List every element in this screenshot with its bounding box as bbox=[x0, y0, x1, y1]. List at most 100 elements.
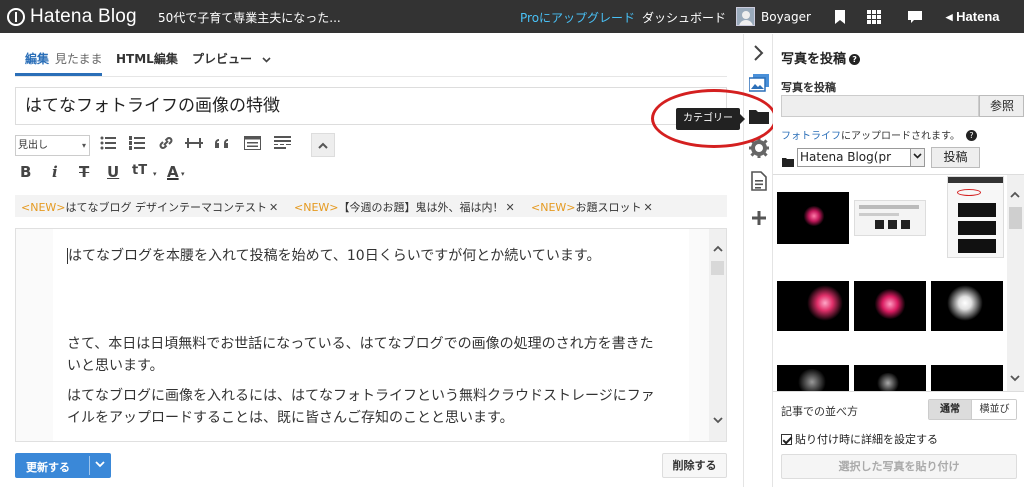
scrollbar-thumb[interactable] bbox=[711, 261, 724, 275]
paragraph-text: はてなブログを本腰を入れて投稿を始めて、10日くらいですが何とか続いています。 bbox=[68, 248, 601, 264]
photo-thumbnail[interactable] bbox=[777, 365, 849, 391]
editor-content-area[interactable]: はてなブログを本腰を入れて投稿を始めて、10日くらいですが何とか続いています。 … bbox=[53, 229, 689, 441]
underline-button[interactable]: U bbox=[107, 163, 119, 181]
notice-item[interactable]: <NEW>はてなブログ デザインテーマコンテスト ✕ bbox=[21, 199, 278, 215]
document-icon[interactable] bbox=[749, 171, 769, 191]
notice-item[interactable]: <NEW>お題スロット ✕ bbox=[531, 199, 653, 215]
notice-item[interactable]: <NEW>【今週のお題】鬼は外、福は内！ ✕ bbox=[294, 199, 515, 215]
paste-selected-photos-button[interactable]: 選択した写真を貼り付け bbox=[781, 454, 1017, 479]
heading-select-value: 見出し bbox=[18, 140, 48, 151]
tab-html-edit[interactable]: HTML編集 bbox=[116, 46, 178, 76]
detail-setting-row[interactable]: 貼り付け時に詳細を設定する bbox=[781, 431, 938, 447]
sort-label: 記事での並べ方 bbox=[781, 405, 858, 418]
chevron-right-icon[interactable] bbox=[749, 43, 769, 63]
hatena-logo-icon: ◂ bbox=[946, 9, 957, 24]
help-icon[interactable]: ? bbox=[849, 54, 861, 65]
pro-upgrade-link[interactable]: Proにアップグレード bbox=[520, 9, 635, 26]
photo-thumbnail[interactable] bbox=[947, 176, 1004, 258]
bulleted-list-icon[interactable] bbox=[99, 134, 117, 152]
update-button-label: 更新する bbox=[26, 461, 70, 474]
photo-thumbnail[interactable] bbox=[854, 365, 926, 391]
grid-icon[interactable] bbox=[866, 9, 882, 25]
panel-title-text: 写真を投稿 bbox=[781, 52, 847, 67]
browse-button[interactable]: 参照 bbox=[979, 95, 1024, 117]
panel-title: 写真を投稿? bbox=[781, 48, 861, 67]
horizontal-rule-icon[interactable] bbox=[185, 134, 203, 152]
photo-thumbnail[interactable] bbox=[777, 192, 849, 244]
heading-select[interactable]: 見出し ▾ bbox=[15, 135, 90, 156]
tab-wysiwyg[interactable]: 編集 見たまま bbox=[15, 46, 102, 76]
brand[interactable]: Hatena Blog bbox=[7, 6, 137, 27]
italic-button[interactable]: i bbox=[52, 163, 58, 181]
scroll-down-icon[interactable] bbox=[712, 416, 723, 427]
bold-button[interactable]: B bbox=[20, 163, 31, 181]
photo-scrollbar[interactable] bbox=[1007, 175, 1024, 391]
scroll-up-icon[interactable] bbox=[1010, 190, 1020, 201]
update-button[interactable]: 更新する bbox=[15, 453, 111, 478]
scrollbar-thumb[interactable] bbox=[1009, 207, 1022, 229]
top-bar: Hatena Blog 50代で子育て専業主夫になった... Proにアップグレ… bbox=[0, 0, 1024, 33]
plus-icon[interactable] bbox=[749, 208, 769, 228]
article-body-editor[interactable]: はてなブログを本腰を入れて投稿を始めて、10日くらいですが何とか続いています。 … bbox=[15, 228, 727, 442]
fotolife-link[interactable]: フォトライフ bbox=[781, 131, 841, 142]
chat-icon[interactable] bbox=[907, 9, 923, 25]
notice-text: 【今週のお題】鬼は外、福は内！ bbox=[338, 201, 504, 214]
close-icon[interactable]: ✕ bbox=[269, 201, 278, 214]
username: Boyager bbox=[761, 9, 811, 24]
photo-thumbnail[interactable] bbox=[931, 281, 1003, 331]
scroll-down-icon[interactable] bbox=[1010, 374, 1020, 385]
post-photo-button[interactable]: 投稿 bbox=[931, 147, 980, 168]
close-icon[interactable]: ✕ bbox=[644, 201, 653, 214]
folder-select[interactable]: Hatena Blog(pr bbox=[797, 148, 925, 167]
user-menu[interactable]: Boyager bbox=[736, 7, 811, 26]
brand-name: Hatena Blog bbox=[30, 6, 137, 27]
new-badge: <NEW> bbox=[21, 201, 66, 214]
editor-toolbar-row2: B i T U tT ▾ A ▾ bbox=[15, 161, 215, 185]
photo-thumbnail[interactable] bbox=[777, 281, 849, 331]
notice-text: お題スロット bbox=[575, 201, 642, 214]
select-arrow-icon: ▾ bbox=[81, 141, 86, 150]
folder-select-value: Hatena Blog(pr bbox=[800, 150, 891, 164]
strikethrough-button[interactable]: T bbox=[79, 163, 89, 181]
notice-bar: <NEW>はてなブログ デザインテーマコンテスト ✕ <NEW>【今週のお題】鬼は… bbox=[15, 195, 727, 217]
bookmark-icon[interactable] bbox=[832, 9, 848, 25]
blog-title-link[interactable]: 50代で子育て専業主夫になった... bbox=[158, 9, 341, 26]
sort-side-by-side-button[interactable]: 横並び bbox=[972, 400, 1016, 419]
numbered-list-icon[interactable] bbox=[128, 134, 146, 152]
close-icon[interactable]: ✕ bbox=[506, 201, 515, 214]
photo-thumbnail[interactable] bbox=[854, 281, 926, 331]
fotolife-note-text: にアップロードされます。 bbox=[841, 131, 960, 142]
avatar bbox=[736, 7, 755, 26]
new-badge: <NEW> bbox=[294, 201, 339, 214]
collapse-toolbar-button[interactable] bbox=[311, 133, 335, 157]
detail-checkbox[interactable] bbox=[781, 433, 792, 445]
delete-button[interactable]: 削除する bbox=[662, 453, 727, 478]
tab-preview[interactable]: プレビュー bbox=[192, 46, 271, 76]
quote-icon[interactable] bbox=[214, 134, 232, 152]
link-icon[interactable] bbox=[157, 134, 175, 152]
help-icon[interactable]: ? bbox=[966, 130, 977, 141]
photo-thumbnail[interactable] bbox=[931, 365, 1003, 391]
image-icon[interactable] bbox=[749, 73, 769, 93]
chevron-up-icon bbox=[318, 142, 328, 149]
article-title-input[interactable]: はてなフォトライフの画像の特徴 bbox=[15, 87, 727, 125]
more-icon[interactable] bbox=[273, 134, 291, 152]
new-badge: <NEW> bbox=[531, 201, 576, 214]
tab-wysiwyg-sublabel: 見たまま bbox=[54, 52, 103, 66]
scroll-up-icon[interactable] bbox=[712, 244, 723, 255]
editor-text[interactable]: はてなブログを本腰を入れて投稿を始めて、10日くらいですが何とか続いています。 … bbox=[67, 245, 663, 437]
paragraph: はてなブログに画像を入れるには、はてなフォトライフという無料クラウドストレージに… bbox=[67, 388, 655, 426]
text-color-button[interactable]: A bbox=[167, 163, 179, 181]
chevron-down-icon[interactable] bbox=[95, 457, 105, 474]
dashboard-link[interactable]: ダッシュボード bbox=[642, 9, 726, 26]
font-size-dropdown-icon: ▾ bbox=[153, 170, 157, 178]
upload-label: 写真を投稿 bbox=[781, 81, 836, 94]
file-path-field[interactable] bbox=[781, 95, 979, 117]
sort-normal-button[interactable]: 通常 bbox=[929, 400, 972, 419]
font-size-button[interactable]: tT bbox=[132, 163, 147, 178]
hatena-menu[interactable]: ◂ Hatena bbox=[946, 9, 1000, 25]
editor-scrollbar[interactable] bbox=[709, 229, 726, 441]
table-icon[interactable] bbox=[243, 134, 261, 152]
photo-thumbnail[interactable] bbox=[854, 200, 926, 236]
